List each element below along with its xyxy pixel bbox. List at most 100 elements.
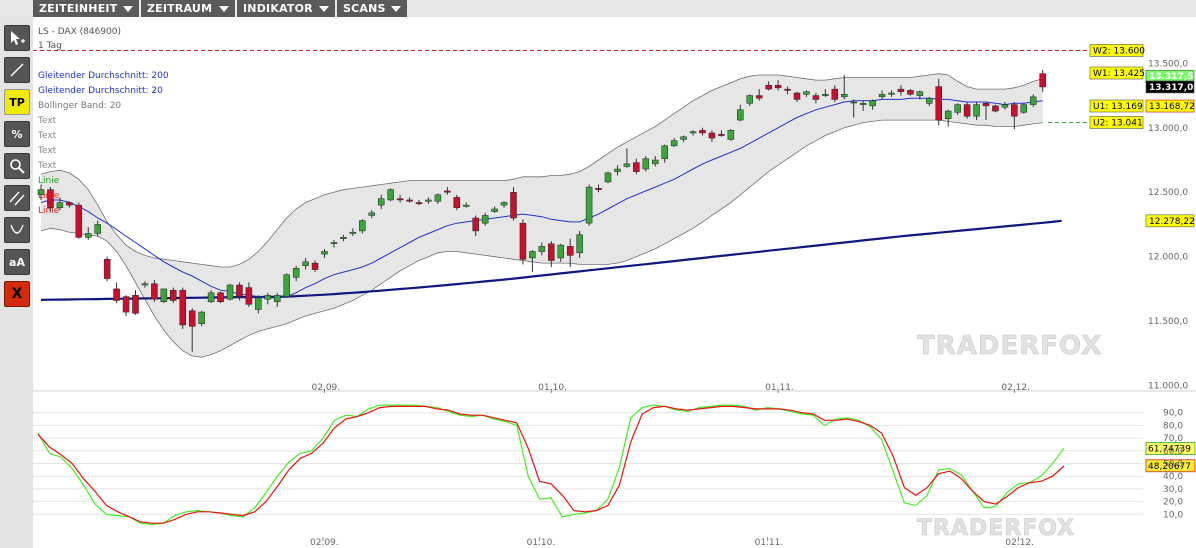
channel-tool-button[interactable] [4, 185, 30, 211]
candle-body [302, 261, 309, 266]
candle-body [434, 194, 442, 202]
price-x-tick: 02.09. [312, 383, 341, 393]
chevron-down-icon [219, 6, 229, 12]
candle-body [746, 95, 753, 104]
candle-body [538, 246, 546, 252]
candle-body [812, 95, 820, 100]
oscillator-y-tick: 60,0 [1163, 447, 1183, 457]
legend-text-3[interactable]: Text [37, 146, 57, 156]
candle [519, 219, 527, 265]
menu-scans[interactable]: SCANS [337, 0, 407, 17]
candle-body [897, 88, 905, 92]
candle-body [226, 284, 234, 300]
candle-body [803, 91, 810, 95]
menu-zeiteinheit[interactable]: ZEITEINHEIT [33, 0, 139, 17]
candle-body [519, 222, 527, 260]
price-y-tick: 11.000,0 [1148, 382, 1188, 392]
oscillator-y-axis: 10,0 20,0 30,0 40,0 50,0 60,0 70,0 80,0 90,0 [1163, 409, 1183, 521]
candle-body [377, 198, 385, 206]
candle-body [982, 103, 990, 107]
menu-indikator[interactable]: INDIKATOR [237, 0, 335, 17]
candle-body [774, 85, 782, 89]
candle-body [132, 295, 139, 314]
price-tag: U1: 13.169 [1089, 99, 1144, 113]
candle [727, 129, 735, 141]
legend-line-3[interactable]: Linie [38, 206, 60, 216]
candle-body [255, 297, 262, 310]
oscillator-y-tick: 70,0 [1163, 434, 1183, 444]
candle-body [822, 94, 829, 96]
oscillator-y-tick: 10,0 [1163, 510, 1183, 520]
candle-body [708, 132, 716, 139]
diagonal-line-icon [10, 63, 24, 77]
candle-body [963, 104, 971, 117]
price-tag-label: W2: 13.600 [1093, 46, 1145, 56]
candle-body [283, 274, 290, 297]
candle-body [680, 136, 687, 140]
price-tag-label: 13.317,0 [1149, 83, 1193, 93]
candle-body [1020, 104, 1028, 113]
legend-text-1[interactable]: Text [37, 116, 57, 126]
candle [283, 273, 290, 298]
candle-body [859, 103, 867, 105]
menu-scans-label: SCANS [343, 2, 386, 15]
candle [226, 283, 234, 301]
text-tool-button[interactable]: aA [4, 249, 30, 275]
candle-body [463, 204, 470, 207]
candle-body [444, 190, 451, 193]
candle [992, 104, 999, 113]
drawing-toolbar: TP % aA X [0, 17, 33, 548]
delete-tool-button[interactable]: X [4, 281, 30, 307]
legend-line-1[interactable]: Linie [38, 176, 60, 186]
candle-body [103, 259, 111, 279]
candle-body [935, 86, 942, 121]
candle-body [500, 202, 508, 206]
candle-body [453, 197, 461, 208]
candle-body [841, 94, 848, 98]
legend-text-2[interactable]: Text [37, 131, 57, 141]
arc-tool-button[interactable] [4, 217, 30, 243]
price-tag-label: U2: 13.041 [1093, 119, 1143, 129]
chevron-down-icon [319, 6, 329, 12]
legend-sma20[interactable]: Gleitender Durchschnitt: 20 [38, 86, 163, 96]
candle-body [907, 90, 914, 95]
legend-text-4[interactable]: Text [37, 161, 57, 171]
price-tag-label: 13.168,72 [1149, 102, 1195, 112]
candle-body [321, 251, 328, 255]
menu-zeitraum-label: ZEITRAUM [147, 2, 213, 15]
price-y-tick: 11.500,0 [1148, 317, 1188, 327]
chevron-down-icon [391, 6, 401, 12]
candle-body [689, 131, 697, 134]
tp-tool-button[interactable]: TP [4, 89, 30, 115]
oscillator-y-tick: 20,0 [1163, 498, 1183, 508]
legend-bollinger[interactable]: Bollinger Band: 20 [38, 101, 121, 111]
menu-zeiteinheit-label: ZEITEINHEIT [39, 2, 118, 15]
candle-body [652, 159, 659, 165]
candle-body [878, 94, 886, 98]
legend-sma200[interactable]: Gleitender Durchschnitt: 200 [38, 71, 169, 81]
select-tool-button[interactable] [4, 25, 30, 51]
candle [963, 102, 971, 119]
chart-area[interactable]: TRADERFOX TRADERFOX W2: 13.600 W1: 13.425… [33, 17, 1196, 548]
legend-line-2[interactable]: Linie [38, 191, 60, 201]
candle-body [340, 237, 347, 239]
menu-zeitraum[interactable]: ZEITRAUM [141, 0, 235, 17]
candle-body [396, 198, 404, 201]
legend-period: 1 Tag [38, 41, 62, 51]
price-y-tick: 13.500,0 [1148, 59, 1188, 69]
top-menu-bar: ZEITEINHEIT ZEITRAUM INDIKATOR SCANS [0, 0, 1196, 18]
line-tool-button[interactable] [4, 57, 30, 83]
delete-tool-label: X [11, 286, 23, 302]
candle-body [481, 215, 489, 224]
candle-body [245, 287, 253, 305]
price-x-tick: 01.10. [538, 383, 567, 393]
candle-body [330, 242, 338, 245]
cursor-plus-icon [11, 31, 25, 45]
watermark-oscillator: TRADERFOX [917, 516, 1075, 541]
candle-body [425, 199, 432, 202]
percent-tool-button[interactable]: % [4, 121, 30, 147]
zoom-tool-button[interactable] [4, 153, 30, 179]
candle-body [217, 292, 224, 303]
candle-body [188, 310, 196, 327]
magnifier-icon [10, 159, 25, 174]
